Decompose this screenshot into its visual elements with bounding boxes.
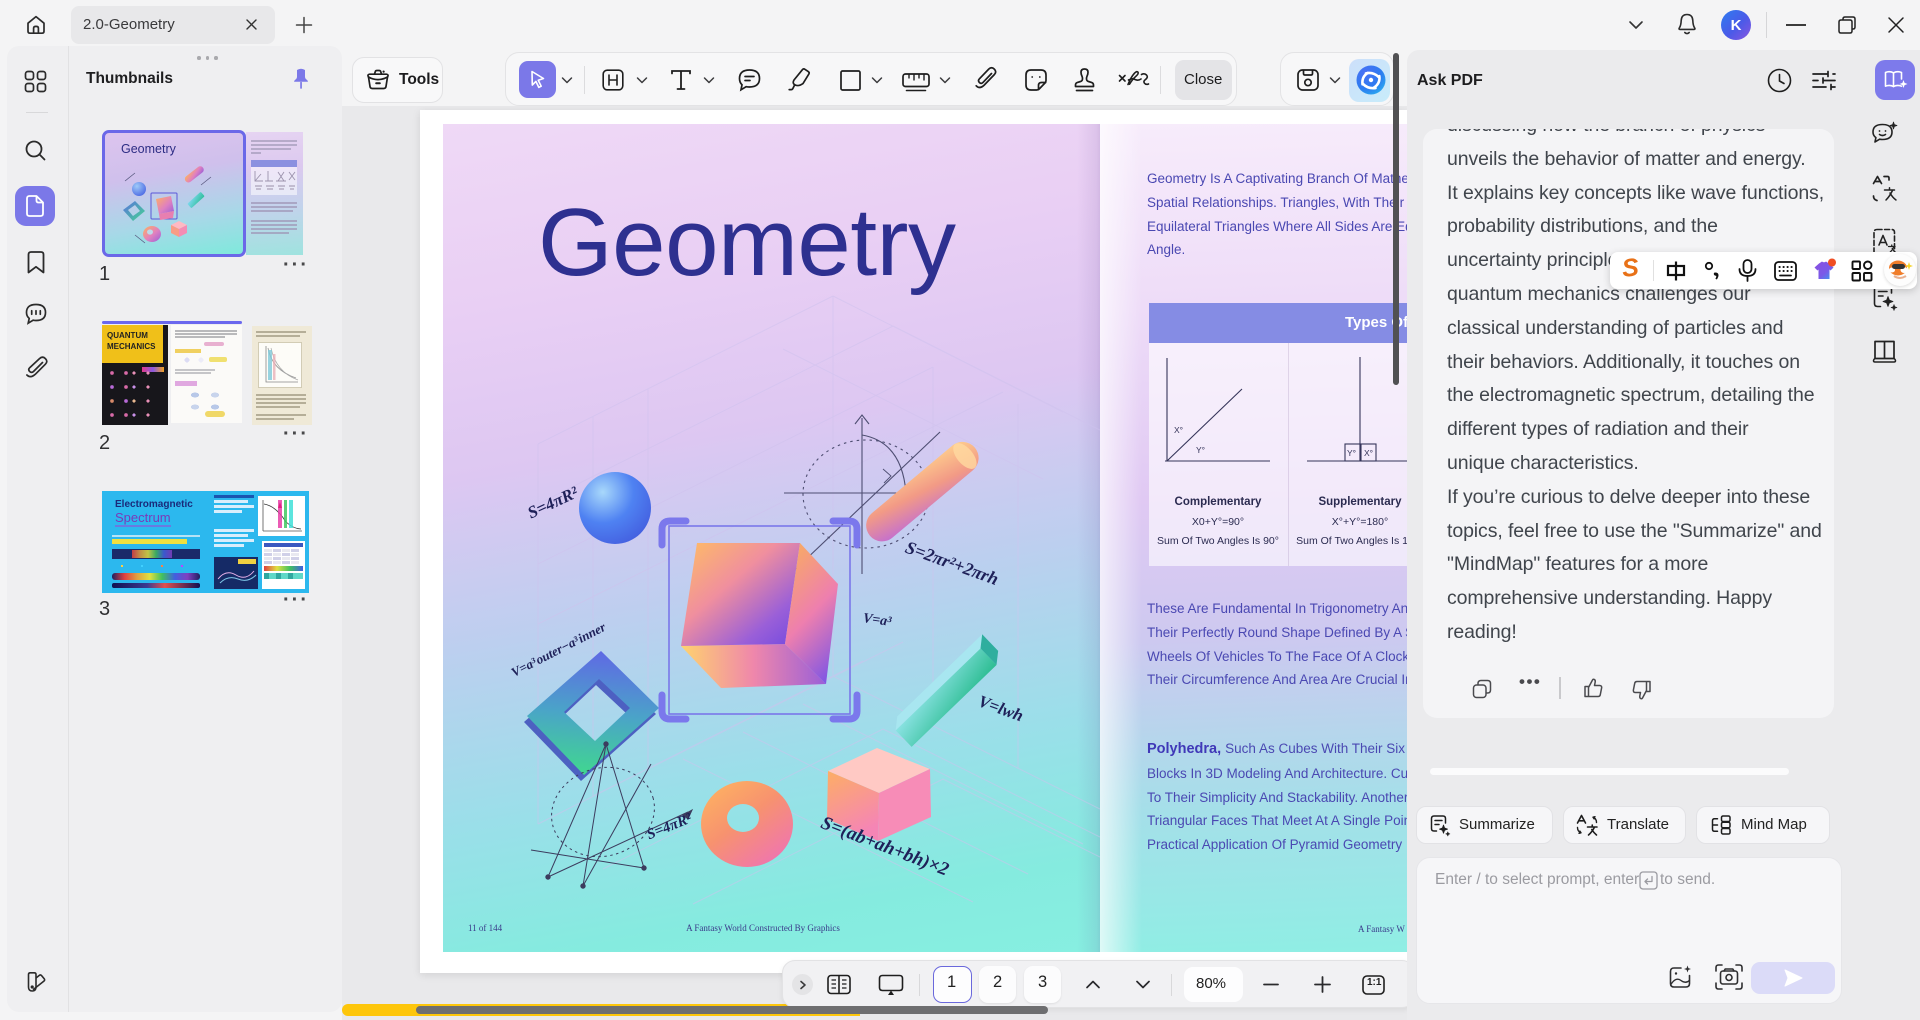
svg-text:X°: X°	[1364, 448, 1373, 458]
svg-text:X°: X°	[1174, 425, 1183, 435]
svg-text:Y°: Y°	[1196, 445, 1205, 455]
svg-text:11 of 144: 11 of 144	[468, 923, 503, 933]
svg-text:A Fantasy World Constructed By: A Fantasy World Constructed By Graphics	[686, 923, 840, 933]
svg-text:S=2πr²+2πrh: S=2πr²+2πrh	[903, 537, 1002, 589]
svg-text:Y°: Y°	[1347, 448, 1356, 458]
svg-text:S=4πR²: S=4πR²	[525, 482, 582, 522]
svg-text:Supplementary: Supplementary	[1318, 496, 1402, 508]
svg-text:S=4πR²: S=4πR²	[645, 811, 695, 844]
svg-text:Sum Of Two Angles Is 90°: Sum Of Two Angles Is 90°	[1157, 535, 1279, 547]
svg-text:X°+Y°=180°: X°+Y°=180°	[1332, 516, 1388, 528]
svg-text:Complementary: Complementary	[1175, 496, 1263, 508]
svg-text:Sum Of Two Angles Is 180°: Sum Of Two Angles Is 180°	[1296, 535, 1407, 547]
svg-text:X0+Y°=90°: X0+Y°=90°	[1192, 516, 1244, 528]
svg-text:V=a³: V=a³	[862, 611, 893, 630]
